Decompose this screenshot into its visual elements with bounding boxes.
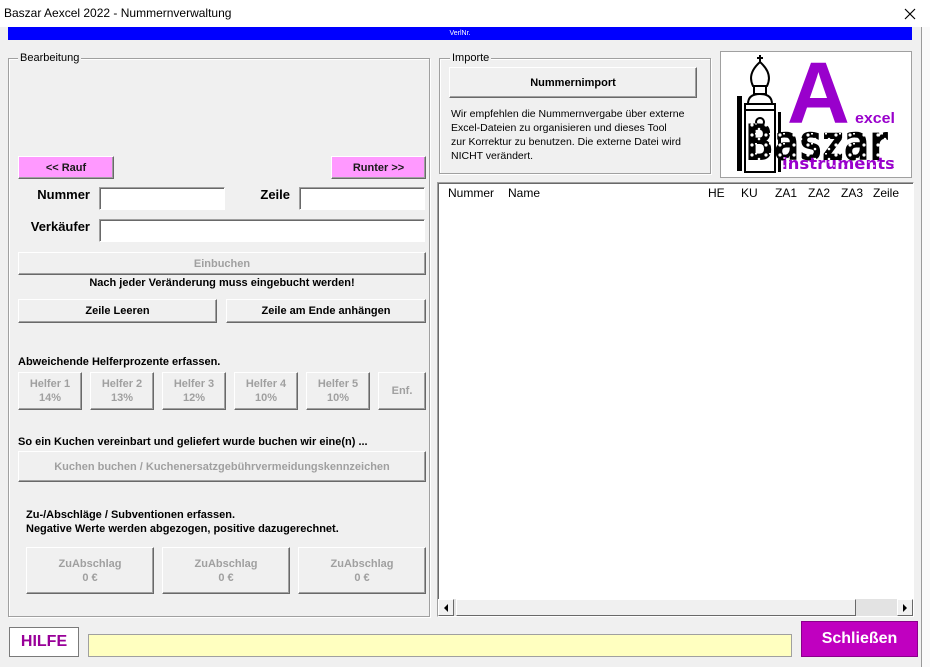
runter-button-label: Runter >> [352,161,405,174]
column-header-name[interactable]: Name [508,186,540,200]
status-bar [88,634,792,657]
einbuchen-button-label: Einbuchen [193,257,251,270]
zuabschlag-heading: Zu-/Abschläge / Subventionen erfassen. [26,509,236,521]
column-header-nummer[interactable]: Nummer [448,186,494,200]
scrollbar-thumb[interactable] [456,599,856,616]
einbuchen-hint: Nach jeder Veränderung muss eingebucht w… [89,277,355,289]
importe-hint-line: NICHT verändert. [451,150,534,162]
hilfe-button[interactable]: HILFE [9,627,79,657]
zuabschlag-label: ZuAbschlag [194,557,258,570]
helfer-4-button[interactable]: Helfer 4 10% [234,372,298,410]
helfer-percent: 14% [38,392,62,404]
runter-button[interactable]: Runter >> [331,156,426,179]
nummer-label: Nummer [37,187,90,202]
verkaeufer-input[interactable] [99,219,425,242]
zuabschlag-value: 0 € [218,571,234,584]
helfer-name: Helfer 4 [245,378,287,390]
scroll-left-icon[interactable] [438,599,454,616]
kuchen-heading: So ein Kuchen vereinbart und geliefert w… [18,436,368,448]
helfer-name: Helfer 5 [317,378,359,390]
entf-button-label: Enf. [391,385,413,397]
schliessen-button[interactable]: Schließen [801,621,918,657]
kuchen-buchen-button[interactable]: Kuchen buchen / Kuchenersatzgebührvermei… [18,451,426,482]
zuabschlag-value: 0 € [354,571,370,584]
zuabschlag-label: ZuAbschlag [58,557,122,570]
close-icon[interactable] [904,8,916,20]
helfer-1-button[interactable]: Helfer 1 14% [18,372,82,410]
column-header-ku[interactable]: KU [741,186,758,200]
zeile-input[interactable] [299,187,425,210]
nummernimport-label: Nummernimport [530,76,616,89]
column-header-za2[interactable]: ZA2 [808,186,830,200]
nummernimport-button[interactable]: Nummernimport [449,67,697,98]
rauf-button-label: << Rauf [45,161,87,174]
column-header-za1[interactable]: ZA1 [775,186,797,200]
kuchen-buchen-label: Kuchen buchen / Kuchenersatzgebührvermei… [54,460,390,473]
zuabschlag-subheading: Negative Werte werden abgezogen, positiv… [26,523,339,535]
entf-button[interactable]: Enf. [378,372,426,410]
zuabschlag-3-button[interactable]: ZuAbschlag 0 € [298,547,426,594]
logo-graphic: A excel Baszar instruments [737,45,895,173]
importe-legend: Importe [450,52,492,64]
column-header-he[interactable]: HE [708,186,725,200]
helfer-2-button[interactable]: Helfer 2 13% [90,372,154,410]
number-list[interactable]: Nummer Name HE KU ZA1 ZA2 ZA3 Zeile [437,182,914,617]
zuabschlag-value: 0 € [82,571,98,584]
column-header-zeile[interactable]: Zeile [873,186,899,200]
importe-hint-line: Wir empfehlen die Nummernvergabe über ex… [451,108,685,120]
einbuchen-button[interactable]: Einbuchen [18,252,426,275]
helfer-name: Helfer 3 [173,378,215,390]
importe-hint: Wir empfehlen die Nummernvergabe über ex… [451,107,684,163]
window-edge [922,27,930,667]
importe-hint-line: zur Korrektur zu benutzen. Die externe D… [451,136,681,148]
bearbeitung-legend: Bearbeitung [18,52,82,64]
helfer-name: Helfer 1 [29,378,71,390]
importe-hint-line: Excel-Dateien zu organisieren und dieses… [451,122,667,134]
window-title: Baszar Aexcel 2022 - Nummernverwaltung [4,6,232,20]
rauf-button[interactable]: << Rauf [18,156,114,179]
zeile-leeren-label: Zeile Leeren [85,305,150,317]
helfer-percent: 12% [182,392,206,404]
horizontal-scrollbar[interactable] [438,599,913,616]
scroll-right-icon[interactable] [897,599,913,616]
helfer-name: Helfer 2 [101,378,143,390]
zeile-anhaengen-label: Zeile am Ende anhängen [261,305,391,317]
zuabschlag-2-button[interactable]: ZuAbschlag 0 € [162,547,290,594]
zeile-label: Zeile [260,187,290,202]
helfer-percent: 10% [254,392,278,404]
verkaeufer-label: Verkäufer [30,219,90,234]
nummer-input[interactable] [99,187,225,210]
helfer-3-button[interactable]: Helfer 3 12% [162,372,226,410]
progress-bar: VerlNr. [8,27,912,40]
baszar-logo: A excel Baszar instruments [720,45,912,178]
helfer-percent: 10% [326,392,350,404]
hilfe-label: HILFE [20,633,68,650]
zuabschlag-label: ZuAbschlag [330,557,394,570]
zeile-leeren-button[interactable]: Zeile Leeren [18,299,217,323]
column-header-za3[interactable]: ZA3 [841,186,863,200]
progress-label: VerlNr. [449,30,471,37]
logo-tagline: instruments [782,154,895,173]
schliessen-label: Schließen [821,630,898,647]
zeile-anhaengen-button[interactable]: Zeile am Ende anhängen [226,299,426,323]
helfer-percent: 13% [110,392,134,404]
helfer-heading: Abweichende Helferprozente erfassen. [18,356,221,368]
helfer-5-button[interactable]: Helfer 5 10% [306,372,370,410]
zuabschlag-1-button[interactable]: ZuAbschlag 0 € [26,547,154,594]
title-bar: Baszar Aexcel 2022 - Nummernverwaltung [0,0,930,27]
